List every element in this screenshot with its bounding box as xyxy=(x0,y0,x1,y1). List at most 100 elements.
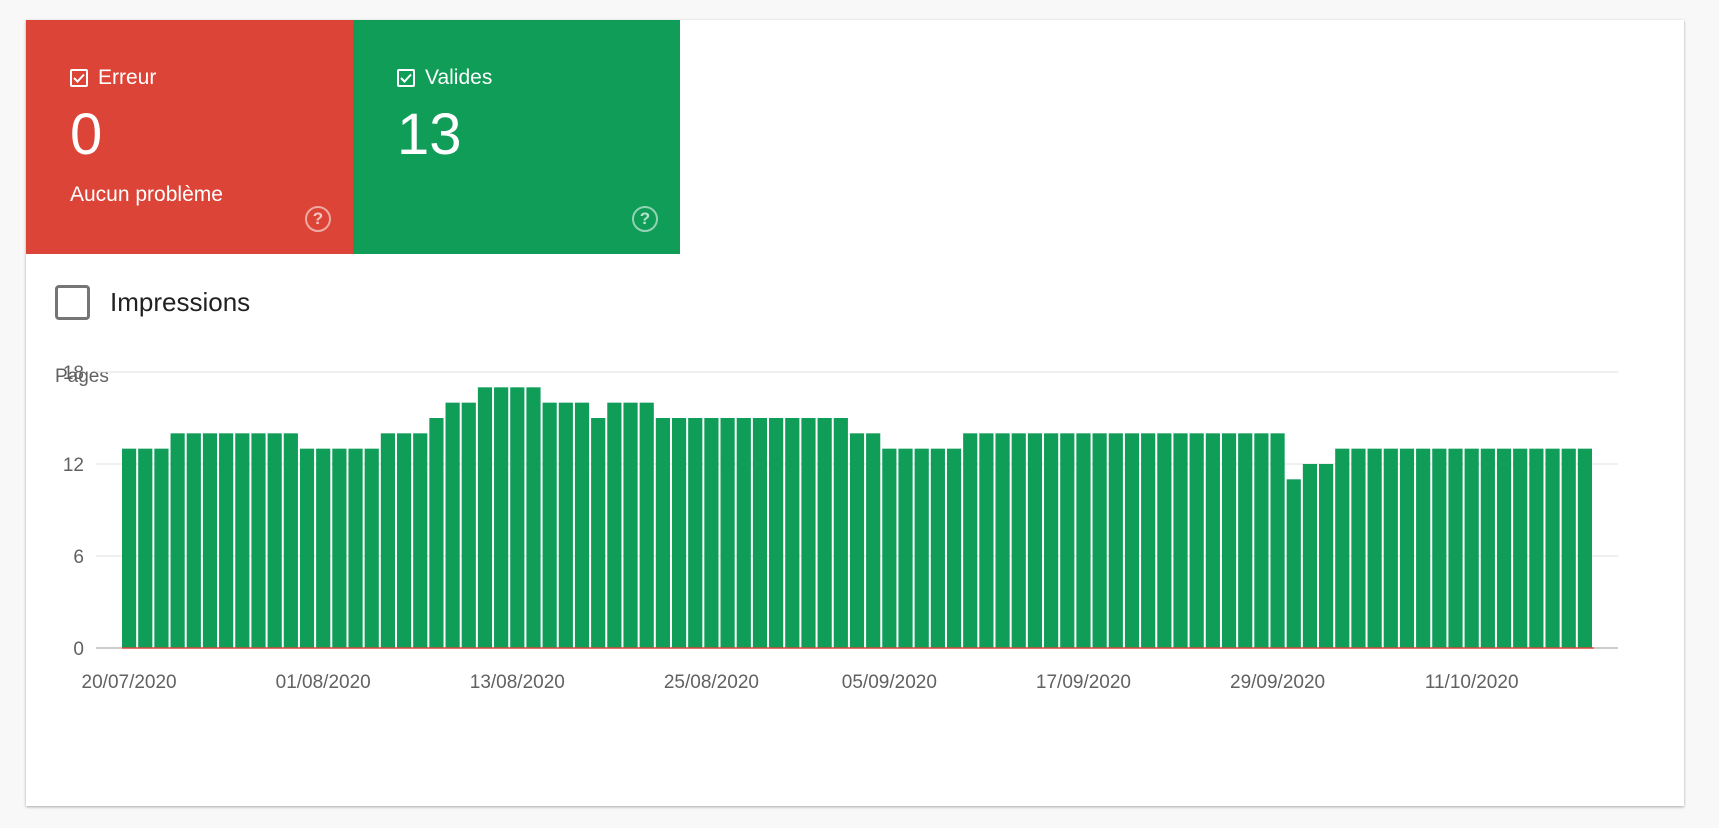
bar-valides[interactable] xyxy=(219,433,234,648)
bar-valides[interactable] xyxy=(1367,448,1382,648)
bar-valides[interactable] xyxy=(882,448,897,648)
bar-valides[interactable] xyxy=(1513,448,1528,648)
y-tick-label: 18 xyxy=(63,363,84,384)
bar-valides[interactable] xyxy=(251,433,266,648)
bar-valides[interactable] xyxy=(1060,433,1075,648)
x-tick-label: 13/08/2020 xyxy=(470,672,565,693)
bar-valides[interactable] xyxy=(542,402,557,648)
bar-valides[interactable] xyxy=(639,402,654,648)
bar-valides[interactable] xyxy=(1432,448,1447,648)
bar-valides[interactable] xyxy=(1383,448,1398,648)
bar-valides[interactable] xyxy=(154,448,169,648)
x-tick-label: 05/09/2020 xyxy=(842,672,937,693)
bar-valides[interactable] xyxy=(574,402,590,648)
bar-valides[interactable] xyxy=(930,448,945,648)
bar-valides[interactable] xyxy=(769,418,784,648)
bar-valides[interactable] xyxy=(1529,448,1544,648)
bar-valides[interactable] xyxy=(866,433,881,648)
bar-valides[interactable] xyxy=(785,418,800,648)
bar-valides[interactable] xyxy=(1351,448,1366,648)
bar-valides[interactable] xyxy=(671,418,687,648)
bar-valides[interactable] xyxy=(1011,433,1026,648)
bar-valides[interactable] xyxy=(655,418,670,648)
bar-valides[interactable] xyxy=(461,402,476,648)
bar-valides[interactable] xyxy=(299,448,315,648)
bar-valides[interactable] xyxy=(413,433,428,648)
bar-valides[interactable] xyxy=(1141,433,1156,648)
bar-valides[interactable] xyxy=(623,402,638,648)
bar-valides[interactable] xyxy=(1108,433,1123,648)
bar-valides[interactable] xyxy=(1221,433,1237,648)
x-tick-label: 17/09/2020 xyxy=(1036,672,1131,693)
bar-valides[interactable] xyxy=(316,448,331,648)
bar-valides[interactable] xyxy=(396,433,412,648)
bar-valides[interactable] xyxy=(380,433,395,648)
bar-valides[interactable] xyxy=(122,448,137,648)
bar-valides[interactable] xyxy=(704,418,719,648)
bar-valides[interactable] xyxy=(752,418,768,648)
bar-valides[interactable] xyxy=(1254,433,1269,648)
bar-valides[interactable] xyxy=(1448,448,1463,648)
bar-valides[interactable] xyxy=(170,433,185,648)
bar-valides[interactable] xyxy=(526,387,541,648)
bar-valides[interactable] xyxy=(1173,433,1188,648)
bar-valides[interactable] xyxy=(688,418,703,648)
bar-valides[interactable] xyxy=(267,433,282,648)
bar-valides[interactable] xyxy=(1076,433,1091,648)
bar-valides[interactable] xyxy=(283,433,298,648)
bar-valides[interactable] xyxy=(1157,433,1172,648)
bar-valides[interactable] xyxy=(817,418,832,648)
bar-valides[interactable] xyxy=(429,418,444,648)
x-tick-label: 01/08/2020 xyxy=(276,672,371,693)
bar-valides[interactable] xyxy=(1496,448,1512,648)
bar-valides[interactable] xyxy=(898,448,913,648)
bar-valides[interactable] xyxy=(1286,479,1301,648)
bar-valides[interactable] xyxy=(235,433,250,648)
bar-valides[interactable] xyxy=(138,448,153,648)
bar-valides[interactable] xyxy=(946,448,962,648)
bar-valides[interactable] xyxy=(558,402,573,648)
bar-valides[interactable] xyxy=(332,448,347,648)
bar-valides[interactable] xyxy=(510,387,525,648)
bar-valides[interactable] xyxy=(607,402,622,648)
bar-valides[interactable] xyxy=(736,418,751,648)
bar-valides[interactable] xyxy=(1335,448,1350,648)
y-tick-label: 12 xyxy=(63,455,84,476)
y-tick-label: 6 xyxy=(73,547,84,568)
bar-valides[interactable] xyxy=(1545,448,1560,648)
bar-valides[interactable] xyxy=(202,433,218,648)
bar-valides[interactable] xyxy=(1124,433,1140,648)
bar-valides[interactable] xyxy=(1577,448,1592,648)
bar-valides[interactable] xyxy=(914,448,929,648)
bar-valides[interactable] xyxy=(1205,433,1220,648)
bar-valides[interactable] xyxy=(348,448,363,648)
bar-valides[interactable] xyxy=(186,433,201,648)
bar-valides[interactable] xyxy=(801,418,816,648)
bar-valides[interactable] xyxy=(995,433,1010,648)
bar-valides[interactable] xyxy=(1027,433,1043,648)
bar-valides[interactable] xyxy=(1092,433,1107,648)
bar-valides[interactable] xyxy=(720,418,735,648)
bar-valides[interactable] xyxy=(1399,448,1415,648)
bar-valides[interactable] xyxy=(1464,448,1479,648)
bar-valides[interactable] xyxy=(1480,448,1495,648)
bar-valides[interactable] xyxy=(849,433,865,648)
bar-valides[interactable] xyxy=(591,418,606,648)
x-tick-label: 11/10/2020 xyxy=(1425,672,1519,693)
bar-valides[interactable] xyxy=(494,387,509,648)
bar-valides[interactable] xyxy=(1189,433,1204,648)
bar-valides[interactable] xyxy=(963,433,978,648)
bar-valides[interactable] xyxy=(1561,448,1576,648)
bar-valides[interactable] xyxy=(477,387,493,648)
bar-valides[interactable] xyxy=(445,402,460,648)
bar-valides[interactable] xyxy=(1044,433,1059,648)
bar-valides[interactable] xyxy=(979,433,994,648)
bar-valides[interactable] xyxy=(1416,448,1431,648)
bar-valides[interactable] xyxy=(364,448,379,648)
bar-valides[interactable] xyxy=(1319,464,1334,648)
bar-valides[interactable] xyxy=(1270,433,1285,648)
y-tick-label: 0 xyxy=(73,639,84,660)
bar-valides[interactable] xyxy=(833,418,848,648)
bar-valides[interactable] xyxy=(1302,464,1318,648)
bar-valides[interactable] xyxy=(1238,433,1253,648)
